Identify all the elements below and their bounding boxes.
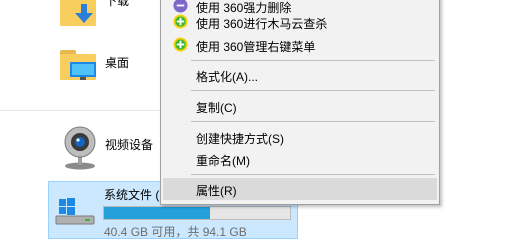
webcam-icon <box>64 126 96 170</box>
menu-separator <box>191 121 435 122</box>
section-divider <box>0 110 170 111</box>
360-icon <box>173 37 188 52</box>
downloads-folder-item[interactable]: 下载 <box>52 0 162 36</box>
drive-usage-bar <box>103 206 291 220</box>
desktop-folder-item[interactable]: 桌面 <box>52 44 162 94</box>
menu-item-label: 格式化(A)... <box>196 70 258 84</box>
drive-space-text: 40.4 GB 可用，共 94.1 GB <box>104 225 247 239</box>
windows-drive-icon <box>55 198 95 225</box>
menu-separator <box>191 60 435 61</box>
video-device-label: 视频设备 <box>105 138 154 152</box>
menu-item-rename[interactable]: 重命名(M) <box>163 148 437 170</box>
menu-item-format[interactable]: 格式化(A)... <box>163 64 437 86</box>
menu-item-properties[interactable]: 属性(R) <box>163 178 437 200</box>
menu-item-360-trojan-scan[interactable]: 使用 360进行木马云查杀 <box>163 11 437 33</box>
360-icon <box>173 14 188 29</box>
menu-item-label: 使用 360管理右键菜单 <box>196 40 316 54</box>
downloads-folder-icon <box>60 0 96 26</box>
menu-item-360-manage-menu[interactable]: 使用 360管理右键菜单 <box>163 34 437 56</box>
menu-item-label: 属性(R) <box>196 184 237 198</box>
menu-item-copy[interactable]: 复制(C) <box>163 95 437 117</box>
desktop-folder-label: 桌面 <box>105 56 130 70</box>
system-drive-label: 系统文件 ( <box>104 188 160 202</box>
video-device-item[interactable]: 视频设备 <box>52 122 162 174</box>
menu-item-label: 重命名(M) <box>196 154 250 168</box>
menu-item-label: 创建快捷方式(S) <box>196 132 284 146</box>
menu-separator <box>191 174 435 175</box>
desktop-folder-icon <box>60 50 96 80</box>
menu-item-label: 复制(C) <box>196 101 237 115</box>
menu-item-create-shortcut[interactable]: 创建快捷方式(S) <box>163 126 437 148</box>
menu-item-label: 使用 360进行木马云查杀 <box>196 17 328 31</box>
drive-usage-fill <box>104 207 210 219</box>
menu-separator <box>191 90 435 91</box>
downloads-folder-label: 下载 <box>105 0 130 8</box>
context-menu: 使用 360强力删除 使用 360进行木马云查杀 使用 360管理右键菜单 格式… <box>160 0 440 205</box>
